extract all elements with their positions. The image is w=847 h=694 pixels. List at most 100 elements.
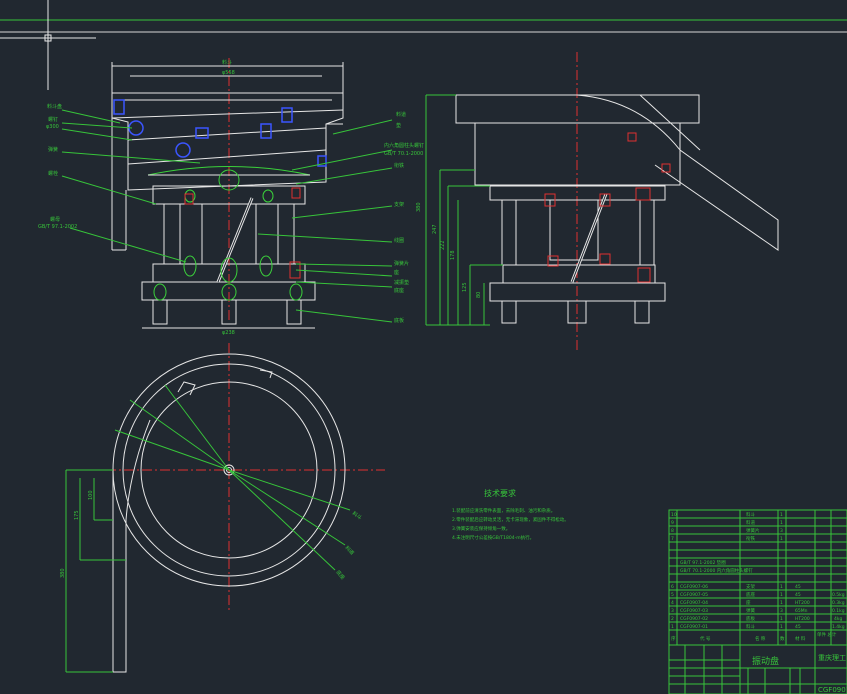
plan-dim-3: 380 xyxy=(60,568,66,578)
row-1-no: 1 xyxy=(671,624,674,630)
row-7-no: 7 xyxy=(671,536,674,542)
row-1-name: 料斗 xyxy=(746,623,755,630)
row-9-name: 料道 xyxy=(746,519,755,526)
company-name: 重庆理工 xyxy=(818,653,846,662)
row-10-qty: 1 xyxy=(780,512,783,518)
header-weight: 单件 总计 xyxy=(817,631,837,638)
tech-req-line-3: 3.弹簧安装应保持倾角一致。 xyxy=(452,525,510,532)
row-4-no: 4 xyxy=(671,600,674,606)
row-6-name: 支架 xyxy=(746,583,755,590)
std-row-2: GB/T 70.1-2000 内六角圆柱头螺钉 xyxy=(680,567,753,574)
row-4-name: 座 xyxy=(746,599,751,606)
front-view xyxy=(111,58,344,329)
header-name: 名 称 xyxy=(755,635,766,642)
row-1-qty: 1 xyxy=(780,624,783,630)
row-1-wt: 1.4kg xyxy=(832,624,845,630)
label-left-3: φ300 xyxy=(46,124,59,130)
row-4-qty: 1 xyxy=(780,600,783,606)
row-10-name: 料斗 xyxy=(746,511,755,518)
drawing-border xyxy=(0,19,847,33)
row-4-code: CGF0907-04 xyxy=(680,600,708,606)
plan-view-labels: 料斗 料道 底座 100 175 380 xyxy=(60,490,363,581)
side-dim-1: 380 xyxy=(416,202,422,212)
row-9-qty: 1 xyxy=(780,520,783,526)
row-5-wt: 0.5kg xyxy=(832,592,845,598)
label-right-9: 座 xyxy=(394,269,399,276)
label-left-7: GB/T 97.1-2002 xyxy=(38,224,77,230)
label-left-4: 弹簧 xyxy=(48,146,58,153)
row-3-mat: 65Mn xyxy=(795,608,808,614)
label-right-7: 线圈 xyxy=(394,237,404,244)
label-right-5: 衔铁 xyxy=(394,162,404,169)
row-2-no: 2 xyxy=(671,616,674,622)
row-7-qty: 1 xyxy=(780,536,783,542)
row-4-wt: 0.3kg xyxy=(832,600,845,606)
plan-label-3: 底座 xyxy=(334,569,346,581)
label-left-5: 螺栓 xyxy=(48,170,58,177)
row-10-no: 10 xyxy=(671,512,677,518)
row-6-mat: 45 xyxy=(795,584,801,590)
tech-req-title: 技术要求 xyxy=(484,488,516,498)
row-6-no: 6 xyxy=(671,584,674,590)
label-right-1: 料道 xyxy=(396,111,406,118)
label-bottom-dim: φ238 xyxy=(222,330,235,336)
row-3-wt: 0.1kg xyxy=(832,608,845,614)
label-top-dim2: φ558 xyxy=(222,70,235,76)
plan-label-1: 料斗 xyxy=(351,510,363,521)
tech-req-line-2: 2.零件装配后应转动灵活，无卡滞现象，紧固件不得松动。 xyxy=(452,516,569,523)
side-dim-6: 80 xyxy=(476,292,482,298)
row-1-mat: 45 xyxy=(795,624,801,630)
plan-dim-1: 100 xyxy=(88,490,94,500)
row-5-mat: 45 xyxy=(795,592,801,598)
crosshair-cursor-icon[interactable] xyxy=(0,0,96,90)
label-right-8: 弹簧片 xyxy=(394,260,409,267)
label-right-6: 支架 xyxy=(394,201,404,208)
row-3-qty: 3 xyxy=(780,608,783,614)
header-code: 代 号 xyxy=(700,635,711,642)
side-dim-3: 222 xyxy=(440,240,446,250)
label-right-11: 底座 xyxy=(394,287,404,294)
row-7-name: 衔铁 xyxy=(746,535,755,542)
header-seq: 序 xyxy=(671,635,676,642)
drawing-title: 振动盘 xyxy=(752,655,779,667)
side-view xyxy=(455,52,779,350)
row-8-qty: 3 xyxy=(780,528,783,534)
label-right-3: 内六角圆柱头螺钉 xyxy=(384,142,424,149)
row-5-no: 5 xyxy=(671,592,674,598)
row-2-name: 底板 xyxy=(746,615,755,622)
title-block-text: 10 料斗 1 9 料道 1 8 弹簧片 3 7 衔铁 1 GB/T 97.1-… xyxy=(671,511,847,694)
tech-req-line-1: 1.装配前应清洗零件表面，去除毛刺、油污和杂质。 xyxy=(452,507,555,514)
plan-view-leaders xyxy=(65,384,351,673)
header-material: 材 料 xyxy=(795,635,806,642)
front-view-markers xyxy=(113,99,327,167)
row-2-code: CGF0907-02 xyxy=(680,616,708,622)
plan-label-2: 料道 xyxy=(344,544,356,556)
row-3-no: 3 xyxy=(671,608,674,614)
row-5-qty: 1 xyxy=(780,592,783,598)
side-dim-5: 125 xyxy=(462,282,468,292)
row-3-name: 弹簧 xyxy=(746,607,755,614)
technical-requirements: 技术要求 1.装配前应清洗零件表面，去除毛刺、油污和杂质。 2.零件装配后应转动… xyxy=(452,488,569,541)
std-row-1: GB/T 97.1-2002 垫圈 xyxy=(680,559,726,566)
drawing-number: CGF0907 xyxy=(818,686,847,694)
row-2-wt: 4kg xyxy=(834,616,842,622)
row-1-code: CGF0907-01 xyxy=(680,624,708,630)
side-dim-2: 247 xyxy=(432,224,438,234)
row-5-code: CGF0907-05 xyxy=(680,592,708,598)
header-qty: 数 xyxy=(780,635,785,642)
label-right-12: 底板 xyxy=(394,317,404,324)
row-2-mat: HT200 xyxy=(795,616,810,622)
label-right-2: 垫 xyxy=(396,122,401,129)
plan-dim-2: 175 xyxy=(74,510,80,520)
side-dim-4: 178 xyxy=(450,250,456,260)
cad-drawing-canvas: 料斗 φ558 料斗盘 螺钉 φ300 弹簧 螺栓 螺母 GB/T 97.1-2… xyxy=(0,0,847,694)
row-2-qty: 1 xyxy=(780,616,783,622)
tech-req-line-4: 4.未注明尺寸公差按GB/T1804-m执行。 xyxy=(452,534,534,541)
row-6-code: CGF0907-06 xyxy=(680,584,708,590)
label-left-2: 螺钉 xyxy=(48,116,58,123)
front-view-labels: 料斗 φ558 料斗盘 螺钉 φ300 弹簧 螺栓 螺母 GB/T 97.1-2… xyxy=(38,59,424,336)
label-top-dim: 料斗 xyxy=(222,59,232,66)
row-3-code: CGF0907-03 xyxy=(680,608,708,614)
row-6-qty: 1 xyxy=(780,584,783,590)
row-8-name: 弹簧片 xyxy=(746,527,760,534)
